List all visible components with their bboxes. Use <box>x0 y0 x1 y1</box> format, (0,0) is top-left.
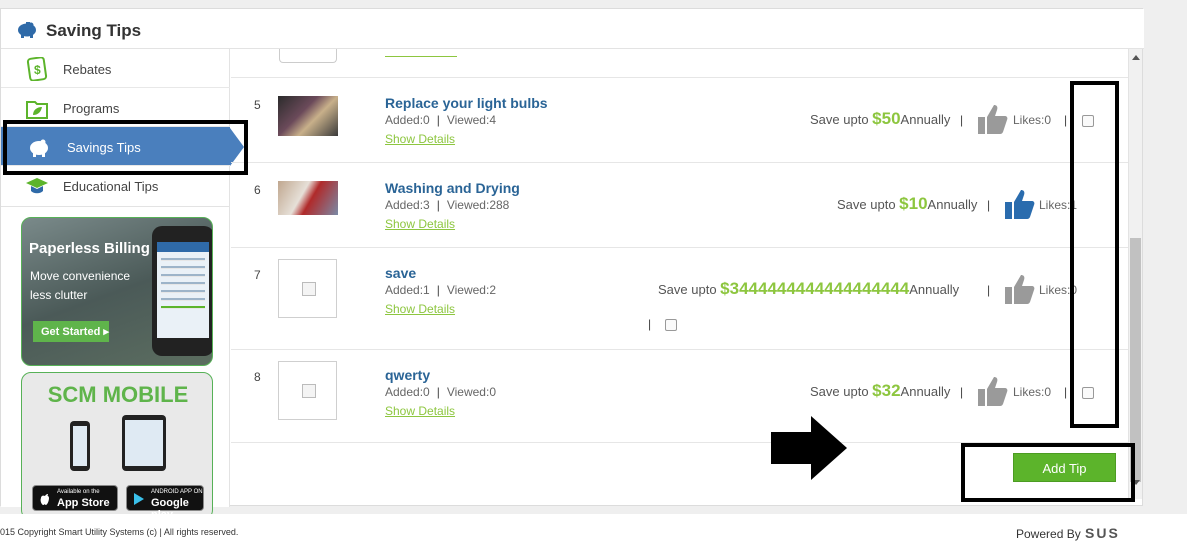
folder-icon <box>26 101 48 119</box>
phone-image <box>70 421 90 471</box>
apple-icon <box>40 494 49 505</box>
tip-row: 8 qwerty Added:0 | Viewed:0 Show Details S… <box>231 350 1128 443</box>
promo-heading: SCM MOBILE <box>47 382 189 407</box>
sus-logo: SUS <box>1085 525 1120 541</box>
sidebar: $ Rebates Programs Savings Tips Educatio… <box>1 49 244 521</box>
scroll-up-arrow[interactable] <box>1132 55 1140 60</box>
tip-title[interactable]: Replace your light bulbs <box>385 95 548 111</box>
app-store-badge[interactable]: Available on the App Store <box>32 485 118 511</box>
promo-heading: Paperless Billing <box>29 240 150 257</box>
savings-amount: Save upto $3444444444444444444Annually <box>658 279 960 298</box>
tips-list: 5 Replace your light bulbs Added:0 | Viewe… <box>231 49 1128 507</box>
paperless-billing-banner[interactable]: Paperless Billing Move convenience less … <box>21 217 213 366</box>
piggy-bank-icon <box>18 22 36 38</box>
phone-image <box>152 226 212 356</box>
main-panel: Saving Tips $ Rebates Programs Savings T… <box>0 8 1144 521</box>
thumbs-up-icon[interactable] <box>975 102 1009 136</box>
savings-amount: Save upto $32Annually <box>810 381 951 400</box>
graduation-cap-icon <box>26 178 48 194</box>
thumbs-up-icon[interactable] <box>1002 272 1036 306</box>
show-details-link[interactable]: Show Details <box>385 217 455 231</box>
tablet-image <box>122 415 166 471</box>
tip-stats: Added:0 | Viewed:0 <box>385 385 496 399</box>
likes-count: Likes:0 <box>1013 385 1052 399</box>
tip-stats: Added:1 | Viewed:2 <box>385 283 496 297</box>
tip-row: 5 Replace your light bulbs Added:0 | Viewe… <box>231 78 1128 163</box>
get-started-button[interactable]: Get Started ▸ <box>33 321 109 342</box>
tip-row: 6 Washing and Drying Added:3 | Viewed:288 … <box>231 163 1128 248</box>
footer: 015 Copyright Smart Utility Systems (c) … <box>0 514 1187 549</box>
sidebar-item-label: Programs <box>63 101 120 116</box>
copyright-text: 015 Copyright Smart Utility Systems (c) … <box>0 527 239 537</box>
thumbs-up-icon[interactable] <box>975 374 1009 408</box>
svg-text:$: $ <box>34 63 41 77</box>
arrow-right-icon <box>771 416 847 480</box>
show-details-link[interactable]: Show Details <box>385 132 455 146</box>
google-play-badge[interactable]: ANDROID APP ON Google play <box>126 485 204 521</box>
row-number: 6 <box>254 183 261 197</box>
vertical-scrollbar[interactable] <box>1128 49 1142 499</box>
sidebar-item-label: Rebates <box>63 62 112 77</box>
tip-stats: Added:0 | Viewed:4 <box>385 113 496 127</box>
add-tip-button[interactable]: Add Tip <box>1013 453 1116 482</box>
annotation-box-savings-tips <box>3 120 248 175</box>
tip-thumbnail <box>278 361 337 420</box>
promo-line: Move convenience <box>30 269 131 283</box>
row-number: 8 <box>254 370 261 384</box>
savings-amount: Save upto $10Annually <box>837 194 978 213</box>
show-details-link[interactable]: Show Details <box>385 404 455 418</box>
tip-title[interactable]: Washing and Drying <box>385 180 520 196</box>
play-icon <box>134 493 144 505</box>
broken-image-icon <box>302 282 316 296</box>
thumbnail <box>279 49 337 63</box>
thumbs-up-icon[interactable] <box>1002 187 1036 221</box>
broken-image-icon <box>302 384 316 398</box>
tip-thumbnail <box>278 259 337 318</box>
likes-count: Likes:0 <box>1013 113 1052 127</box>
tip-row: 7 save Added:1 | Viewed:2 Show Details Sav… <box>231 248 1128 350</box>
dollar-icon: $ <box>26 57 48 81</box>
savings-amount: Save upto $50Annually <box>810 109 951 128</box>
row-number: 7 <box>254 268 261 282</box>
powered-by-text: Powered By <box>1016 527 1081 541</box>
show-details-link[interactable]: Show Details <box>385 302 455 316</box>
page-header: Saving Tips <box>1 9 1144 49</box>
tip-title[interactable]: save <box>385 265 416 281</box>
tip-title[interactable]: qwerty <box>385 367 430 383</box>
sidebar-item-rebates[interactable]: $ Rebates <box>1 49 230 88</box>
promo-line: less clutter <box>30 288 88 302</box>
tip-thumbnail <box>278 181 338 215</box>
row-number: 5 <box>254 98 261 112</box>
tip-checkbox[interactable] <box>665 319 677 331</box>
tip-stats: Added:3 | Viewed:288 <box>385 198 510 212</box>
scm-mobile-banner: SCM MOBILE Available on the App Store AN… <box>21 372 213 521</box>
page-title: Saving Tips <box>46 21 142 40</box>
annotation-box-checkboxes <box>1070 81 1119 428</box>
sidebar-item-label: Educational Tips <box>63 179 159 194</box>
tip-thumbnail <box>278 96 338 136</box>
